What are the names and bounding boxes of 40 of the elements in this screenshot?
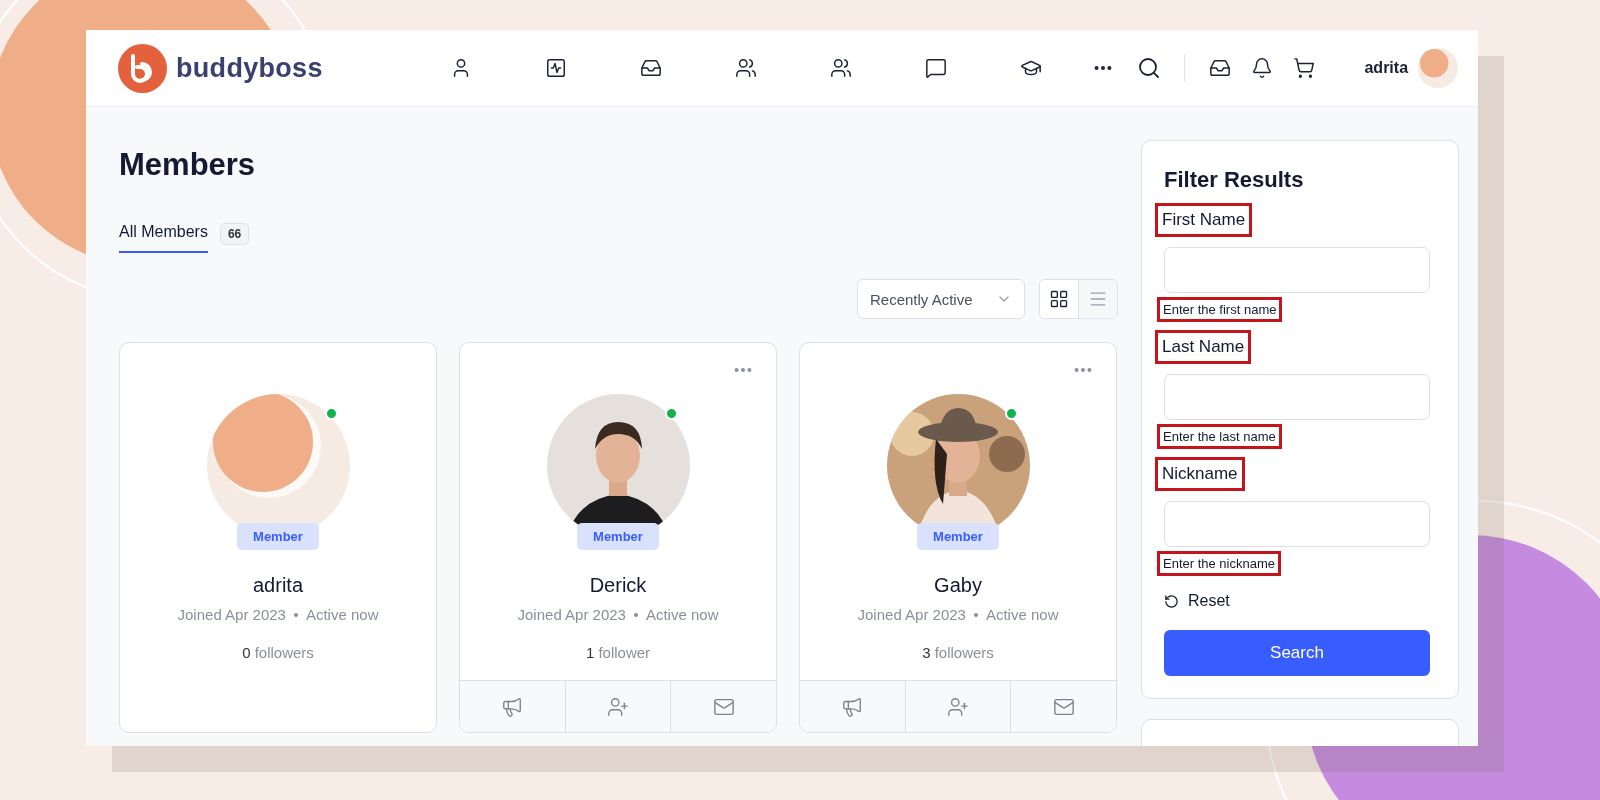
reset-icon (1164, 593, 1179, 609)
separator-dot (633, 612, 638, 617)
count-badge: 66 (219, 223, 250, 245)
grid-icon (1049, 289, 1069, 309)
reset-button[interactable]: Reset (1164, 592, 1230, 610)
joined-text: Joined Apr 2023 (857, 606, 966, 623)
member-name[interactable]: adrita (253, 574, 303, 597)
role-badge: Member (577, 523, 659, 550)
sort-dropdown[interactable]: Recently Active (857, 279, 1025, 319)
avatar-drawing[interactable] (1418, 47, 1458, 89)
separator-dot (973, 612, 978, 617)
followers-text: 1 follower (585, 644, 651, 661)
followers-text: 0 followers (242, 644, 314, 661)
role-badge: Member (237, 523, 319, 550)
separator-dot (293, 612, 298, 617)
field-label: Nickname (1155, 457, 1245, 491)
member-name[interactable]: Gaby (934, 574, 982, 597)
input-field[interactable] (1164, 374, 1430, 420)
panel-title: Filter Results (1164, 167, 1305, 193)
activity-text: Active now (985, 606, 1059, 623)
username[interactable]: adrita (1364, 59, 1409, 77)
search-button[interactable]: Search (1164, 630, 1430, 676)
followers-text: 3 followers (922, 644, 994, 661)
field-hint: Enter the last name (1157, 424, 1282, 449)
role-badge: Member (917, 523, 999, 550)
field-label: First Name (1155, 203, 1253, 237)
input-field[interactable] (1164, 247, 1430, 293)
field-label: Last Name (1155, 330, 1252, 364)
input-field[interactable] (1164, 501, 1430, 547)
member-name[interactable]: Derick (589, 574, 647, 597)
joined-text: Joined Apr 2023 (517, 606, 626, 623)
tab[interactable]: All Members (119, 223, 208, 253)
field-hint: Enter the first name (1157, 297, 1283, 322)
logo-text: buddyboss (176, 52, 323, 84)
field-hint: Enter the nickname (1157, 551, 1281, 576)
activity-text: Active now (305, 606, 379, 623)
activity-text: Active now (645, 606, 719, 623)
joined-text: Joined Apr 2023 (177, 606, 286, 623)
page-title: Members (119, 146, 257, 184)
logo-icon (118, 43, 167, 93)
